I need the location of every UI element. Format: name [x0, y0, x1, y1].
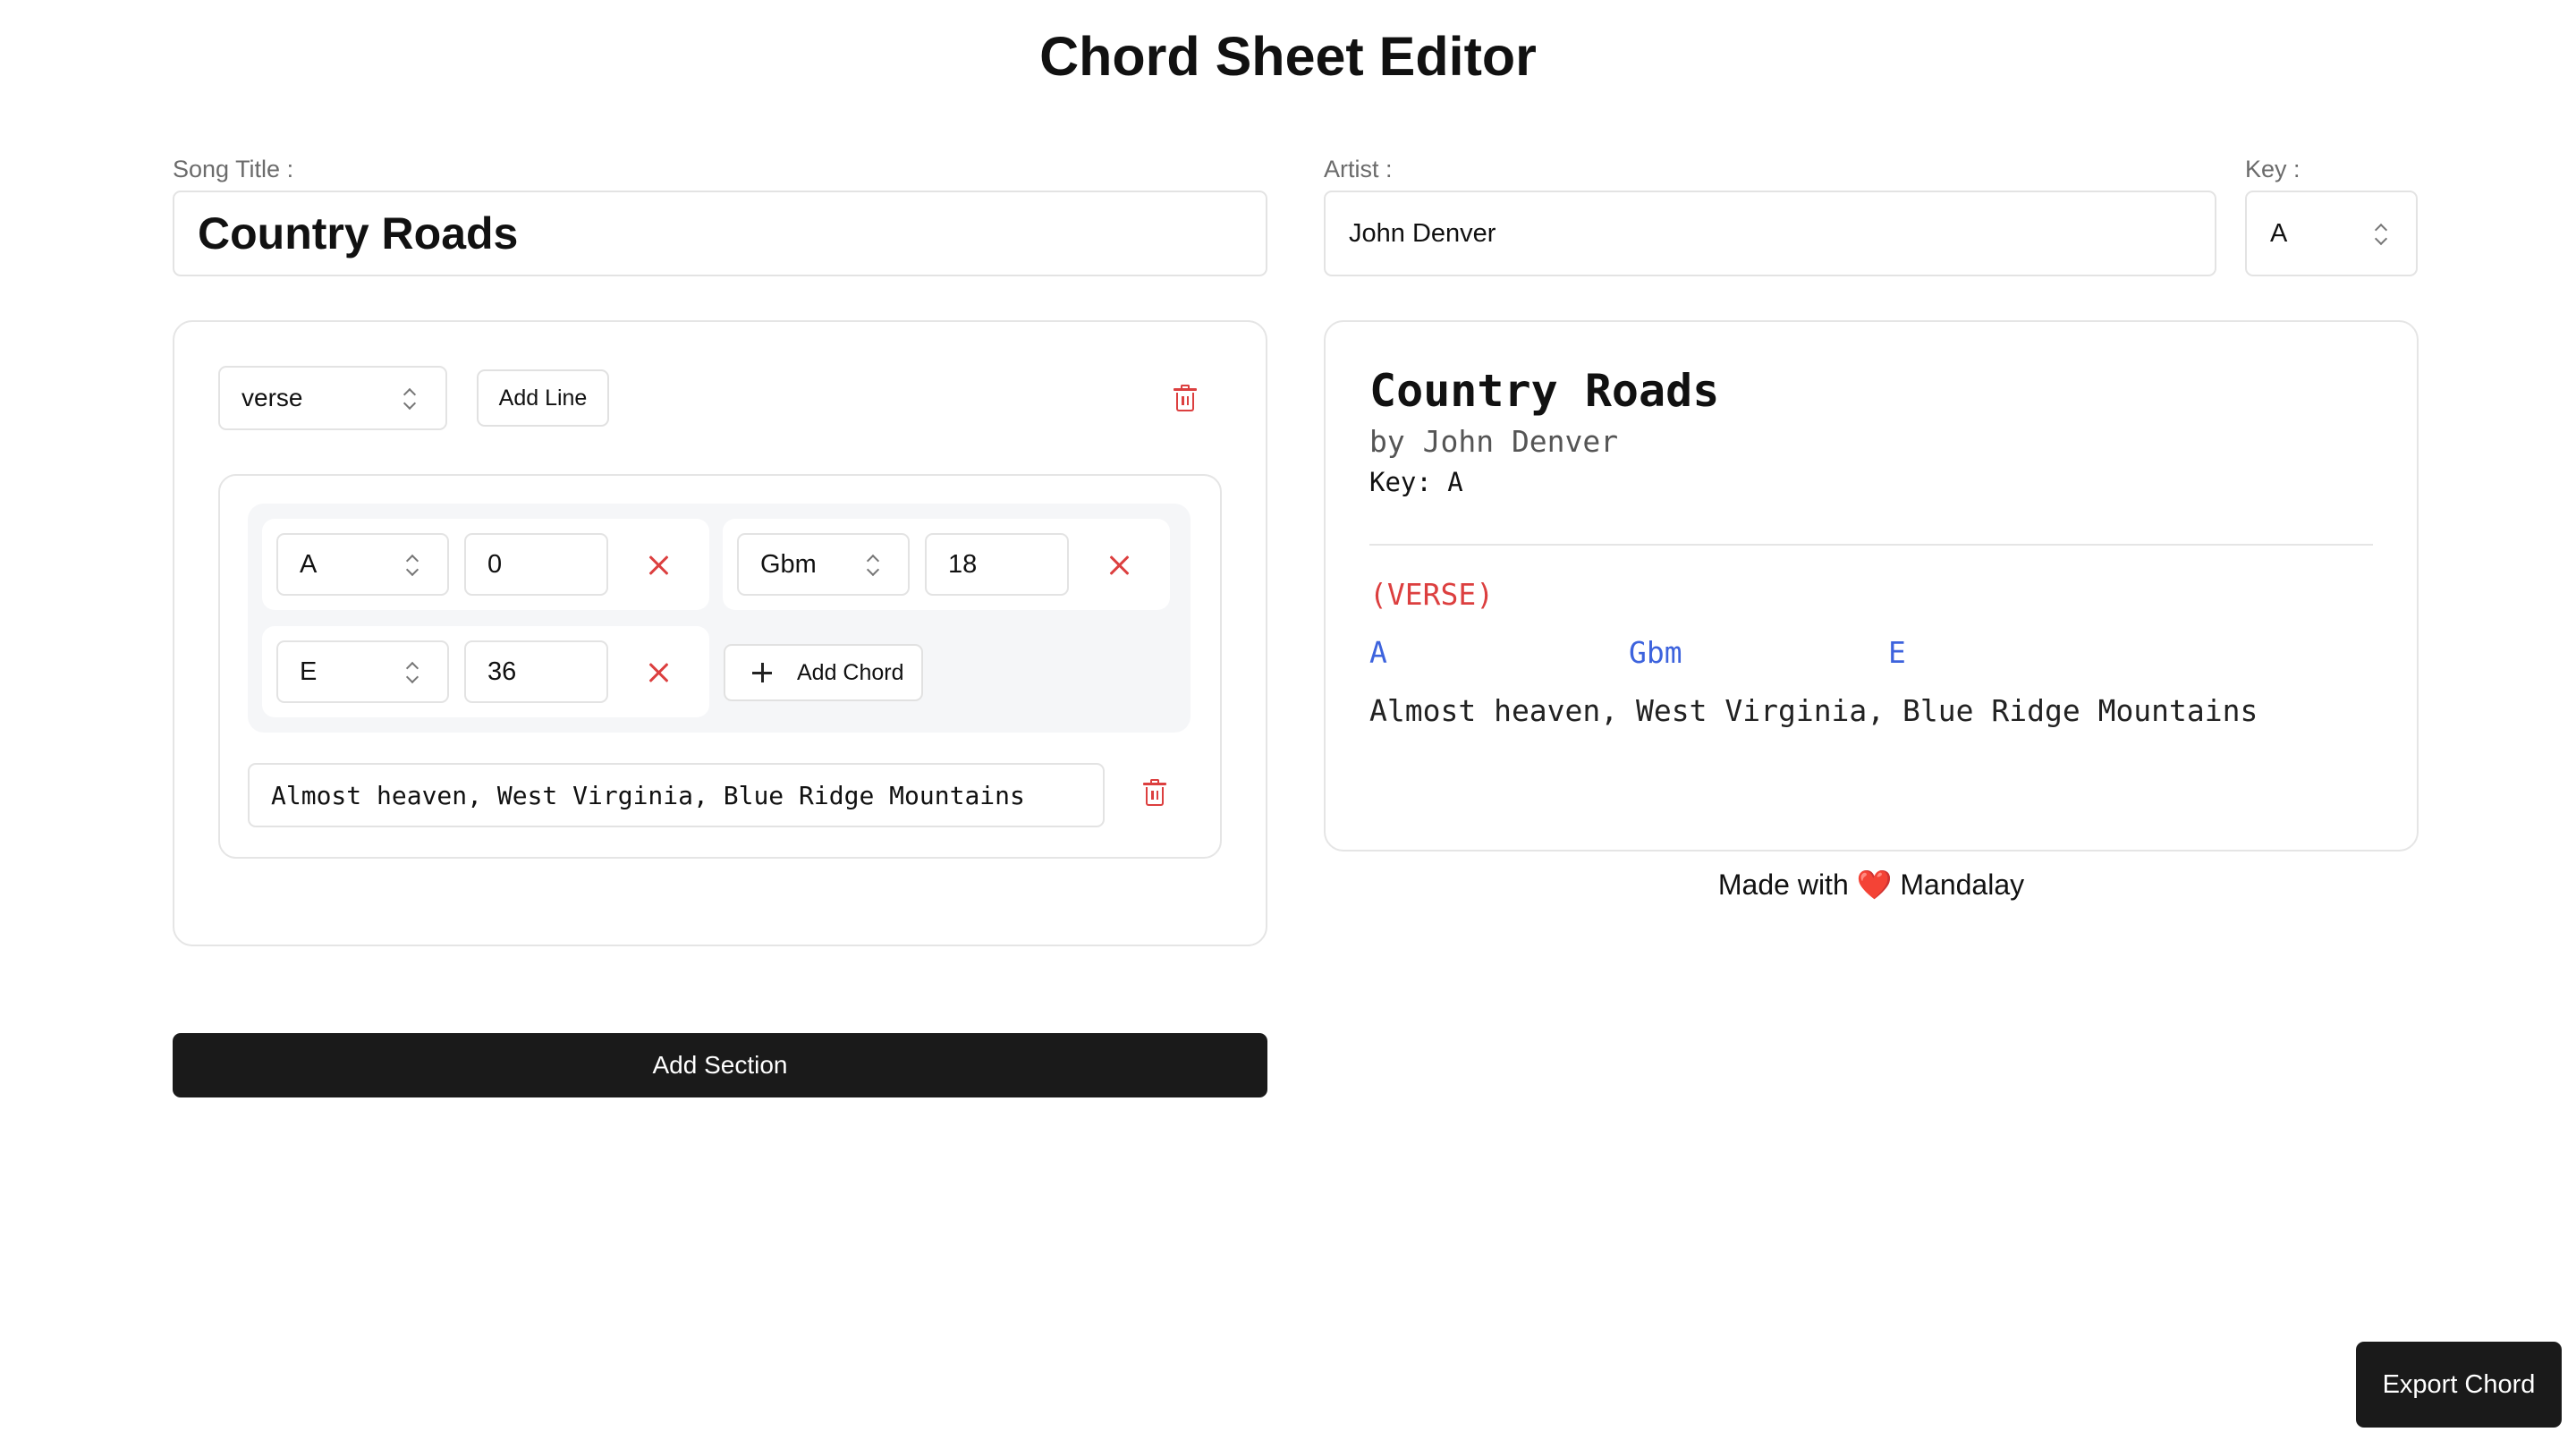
artist-label: Artist :: [1324, 156, 1393, 182]
song-title-label: Song Title :: [173, 156, 294, 182]
footer-prefix: Made with: [1717, 869, 1849, 901]
preview-lyric: Almost heaven, West Virginia, Blue Ridge…: [1369, 693, 2258, 728]
artist-value: John Denver: [1349, 218, 1496, 248]
section-type-select[interactable]: verse: [218, 366, 447, 430]
chord-name-select[interactable]: Gbm: [737, 533, 910, 596]
footer-credit: Made with ❤️ Mandalay: [1324, 868, 2419, 902]
remove-chord-close-icon[interactable]: [648, 662, 669, 683]
remove-chord-close-icon[interactable]: [648, 555, 669, 576]
artist-input[interactable]: John Denver: [1324, 191, 2216, 276]
chord-name-value: Gbm: [760, 549, 817, 579]
chord-position-value: 36: [487, 657, 517, 686]
chord-name-select[interactable]: E: [276, 640, 449, 703]
heart-icon: ❤️: [1856, 869, 1893, 901]
lyric-input[interactable]: Almost heaven, West Virginia, Blue Ridge…: [248, 763, 1105, 827]
add-section-button[interactable]: Add Section: [173, 1033, 1267, 1097]
add-line-button[interactable]: Add Line: [477, 369, 609, 427]
chord-position-value: 18: [948, 549, 978, 579]
footer-suffix: Mandalay: [1900, 869, 2025, 901]
preview-chord: A: [1369, 635, 1387, 670]
key-label: Key :: [2245, 156, 2301, 182]
chord-position-value: 0: [487, 549, 503, 579]
preview-chord: E: [1888, 635, 1906, 670]
chevron-updown-icon: [403, 388, 416, 410]
song-title-value: Country Roads: [198, 208, 519, 258]
chevron-updown-icon: [867, 555, 879, 576]
chevron-updown-icon: [406, 662, 419, 683]
preview-section-label: (VERSE): [1369, 577, 1495, 612]
section-type-value: verse: [242, 384, 303, 411]
key-value: A: [2270, 218, 2288, 248]
chevron-updown-icon: [406, 555, 419, 576]
chord-name-value: A: [300, 549, 318, 579]
preview-chord: Gbm: [1629, 635, 1682, 670]
key-select[interactable]: A: [2245, 191, 2418, 276]
chord-position-input[interactable]: 36: [464, 640, 608, 703]
remove-chord-close-icon[interactable]: [1108, 555, 1130, 576]
chord-name-select[interactable]: A: [276, 533, 449, 596]
chord-name-value: E: [300, 657, 318, 686]
plus-icon: [752, 663, 772, 682]
preview-title: Country Roads: [1369, 365, 1720, 417]
delete-line-trash-icon[interactable]: [1143, 779, 1166, 806]
lyric-value: Almost heaven, West Virginia, Blue Ridge…: [271, 780, 1025, 810]
song-title-input[interactable]: Country Roads: [173, 191, 1267, 276]
page-title: Chord Sheet Editor: [1039, 26, 1537, 87]
preview-artist: by John Denver: [1369, 424, 1619, 459]
add-chord-label: Add Chord: [797, 659, 904, 685]
preview-key: Key: A: [1369, 467, 1463, 497]
add-chord-button[interactable]: Add Chord: [724, 644, 923, 701]
preview-divider: [1369, 544, 2373, 546]
delete-section-trash-icon[interactable]: [1174, 385, 1197, 411]
export-chord-button[interactable]: Export Chord: [2356, 1342, 2562, 1428]
chord-position-input[interactable]: 18: [925, 533, 1069, 596]
chevron-updown-icon: [2375, 224, 2387, 245]
chord-position-input[interactable]: 0: [464, 533, 608, 596]
